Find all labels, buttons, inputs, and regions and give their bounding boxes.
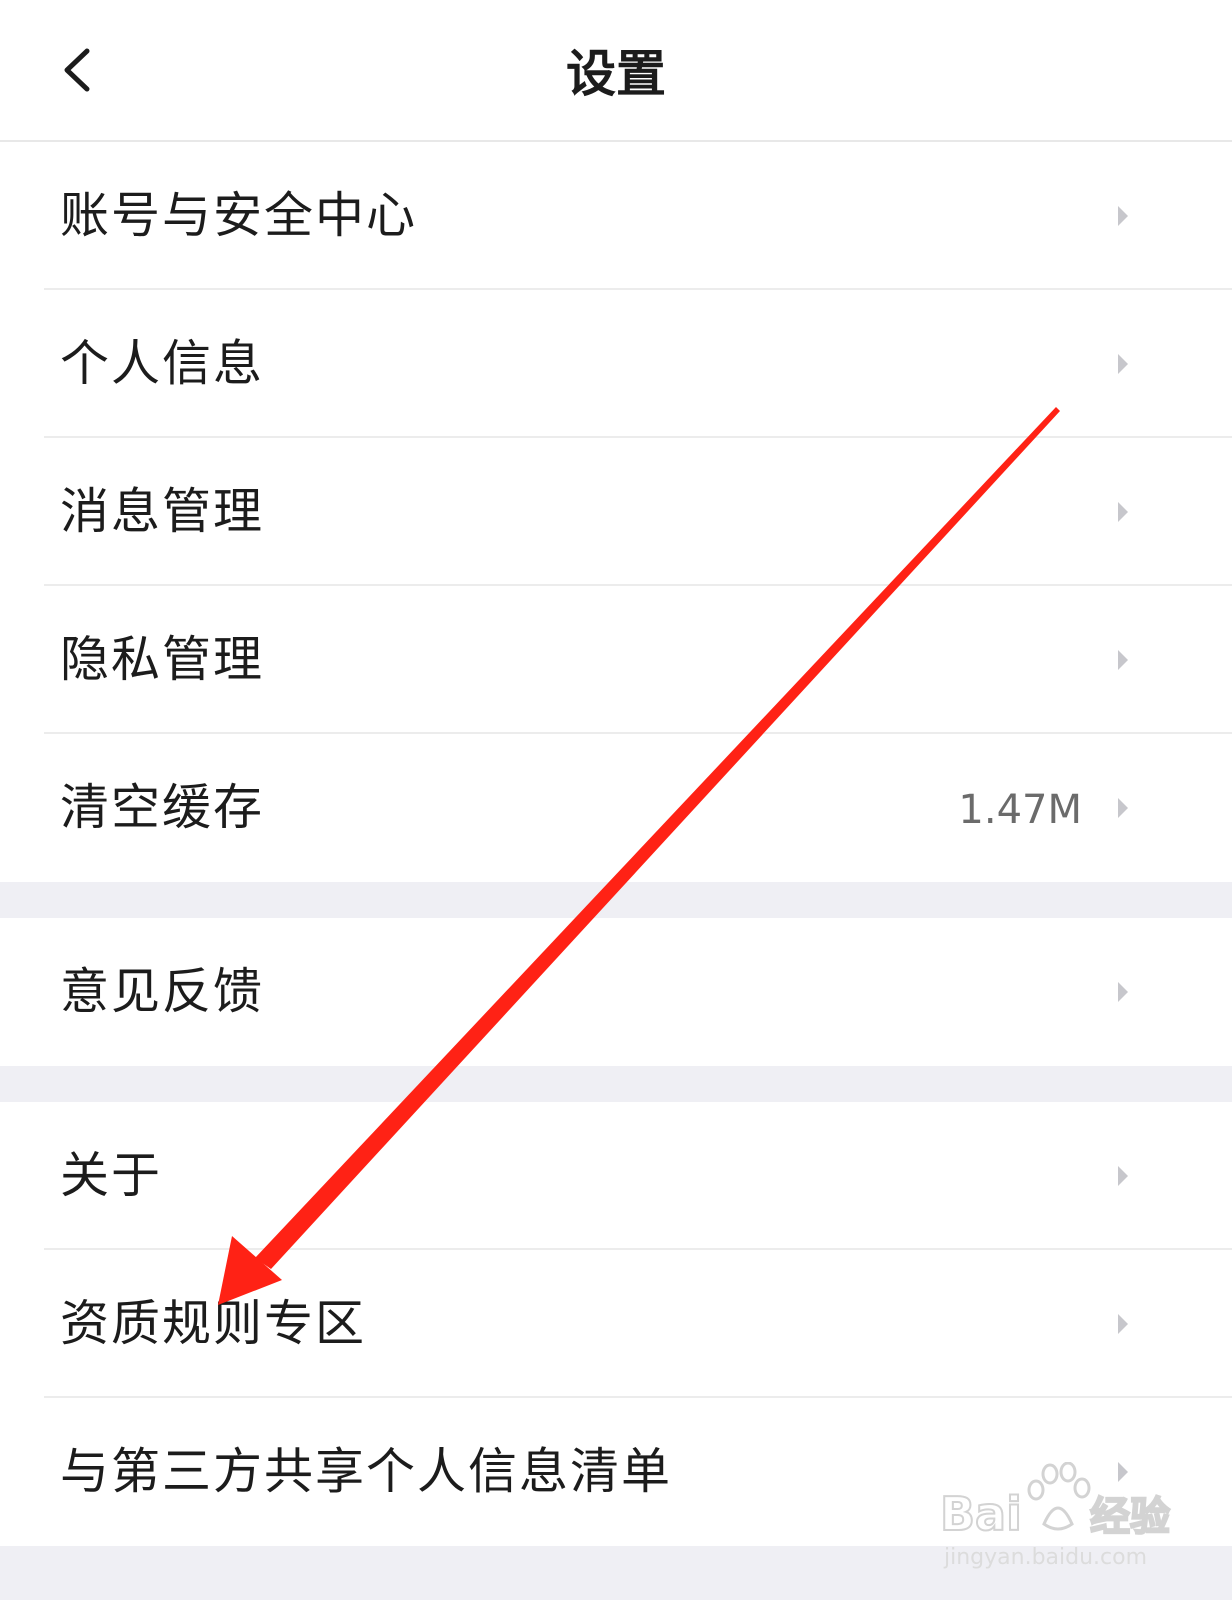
chevron-right-icon (1118, 1462, 1128, 1482)
nav-bar: 设置 (0, 0, 1232, 142)
chevron-right-icon (1118, 354, 1128, 374)
settings-item-label: 关于 (60, 1147, 163, 1204)
settings-item-message-management[interactable]: 消息管理 (0, 438, 1232, 586)
settings-item-label: 个人信息 (60, 335, 265, 392)
settings-group-about: 关于 资质规则专区 与第三方共享个人信息清单 (0, 1102, 1232, 1546)
settings-item-account-security[interactable]: 账号与安全中心 (0, 142, 1232, 290)
settings-item-privacy-management[interactable]: 隐私管理 (0, 586, 1232, 734)
settings-item-label: 消息管理 (60, 483, 265, 540)
settings-group-account: 账号与安全中心 个人信息 消息管理 隐私管理 清空缓存 1.47M (0, 142, 1232, 882)
group-separator (0, 1066, 1232, 1102)
settings-item-label: 资质规则专区 (60, 1295, 367, 1352)
settings-item-personal-info[interactable]: 个人信息 (0, 290, 1232, 438)
settings-item-clear-cache[interactable]: 清空缓存 1.47M (0, 734, 1232, 882)
settings-item-label: 账号与安全中心 (60, 187, 418, 244)
page-title: 设置 (566, 45, 666, 103)
group-separator (0, 1546, 1232, 1600)
chevron-right-icon (1118, 982, 1128, 1002)
settings-item-label: 与第三方共享个人信息清单 (60, 1443, 673, 1500)
settings-item-qualification-rules[interactable]: 资质规则专区 (0, 1250, 1232, 1398)
chevron-right-icon (1118, 206, 1128, 226)
chevron-right-icon (1118, 650, 1128, 670)
settings-item-third-party-sharing-list[interactable]: 与第三方共享个人信息清单 (0, 1398, 1232, 1546)
chevron-right-icon (1118, 1314, 1128, 1334)
settings-item-label: 意见反馈 (60, 963, 265, 1020)
group-separator (0, 882, 1232, 918)
settings-item-label: 清空缓存 (60, 779, 265, 836)
chevron-right-icon (1118, 502, 1128, 522)
cache-size-value: 1.47M (958, 787, 1082, 833)
settings-item-feedback[interactable]: 意见反馈 (0, 918, 1232, 1066)
settings-group-feedback: 意见反馈 (0, 918, 1232, 1066)
settings-item-about[interactable]: 关于 (0, 1102, 1232, 1250)
chevron-right-icon (1118, 1166, 1128, 1186)
settings-item-label: 隐私管理 (60, 631, 265, 688)
chevron-right-icon (1118, 798, 1128, 818)
